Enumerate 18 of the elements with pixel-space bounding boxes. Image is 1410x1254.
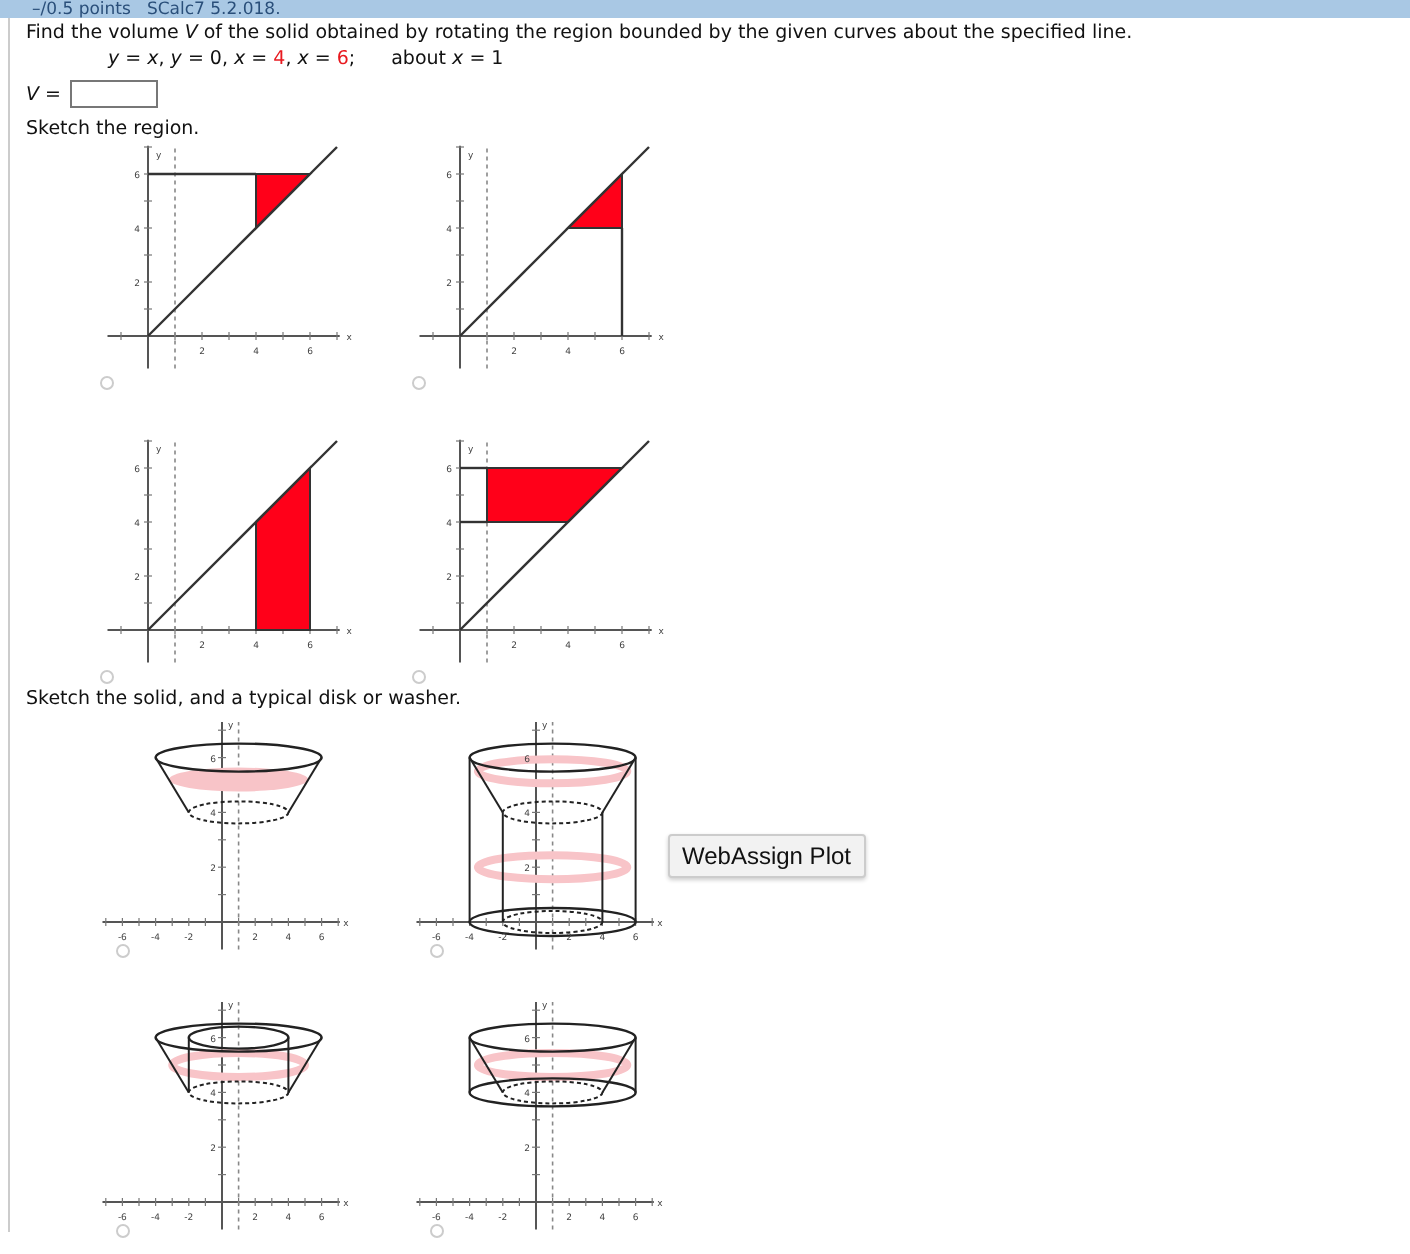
problem-reference: SCalc7 5.2.018. bbox=[146, 0, 281, 19]
radio-button[interactable] bbox=[100, 376, 114, 390]
webassign-plot-button[interactable]: WebAssign Plot bbox=[668, 834, 865, 878]
radio-button[interactable] bbox=[100, 670, 114, 684]
solid-instruction: Sketch the solid, and a typical disk or washer. bbox=[26, 688, 464, 712]
region-instruction: Sketch the region. bbox=[26, 118, 202, 142]
radio-button[interactable] bbox=[412, 376, 426, 390]
radio-button[interactable] bbox=[116, 944, 130, 958]
question-text: Find the volume V of the solid obtained by rotating the region bounded by the given curves about the specified line. bbox=[26, 20, 1135, 46]
radio-button[interactable] bbox=[430, 944, 444, 958]
radio-button[interactable] bbox=[430, 1224, 444, 1238]
answer-field[interactable] bbox=[70, 80, 159, 108]
rotation-axis-text: about x = 1 bbox=[391, 46, 504, 72]
curve-equations: y = x, y = 0, x = 4, x = 6; bbox=[108, 46, 356, 72]
answer-label: V = bbox=[26, 83, 61, 105]
radio-button[interactable] bbox=[412, 670, 426, 684]
radio-button[interactable] bbox=[116, 1224, 130, 1238]
points-label: –/0.5 points bbox=[32, 0, 131, 19]
